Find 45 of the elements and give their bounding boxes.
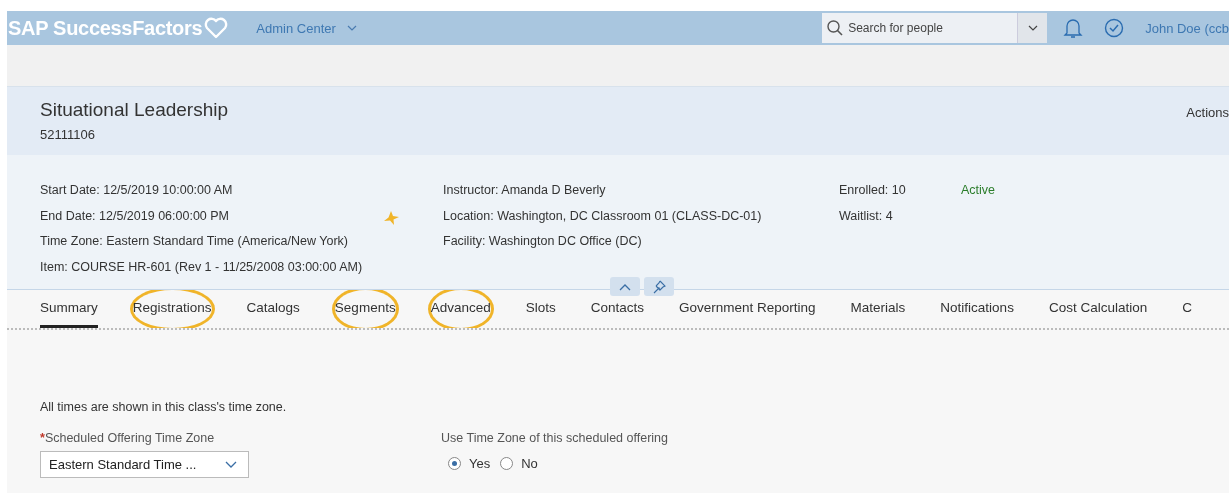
time-zone-select[interactable]: Eastern Standard Time ... [40,451,249,478]
detail-text: Item: COURSE HR-601 (Rev 1 - 11/25/2008 03:00:00 AM) [40,258,363,276]
detail-text: Location: Washington, DC Classroom 01 (CLASS-DC-01) [443,207,762,225]
field-label: Scheduled Offering Time Zone [44,431,215,445]
search-icon [826,19,845,37]
chevron-down-icon [345,24,358,32]
bell-icon[interactable] [1063,17,1084,39]
course-id: 52111106 [40,127,96,142]
tab[interactable]: Government Reporting [679,290,816,328]
field-label: Use Time Zone of this scheduled offering [441,431,668,445]
info-text: All times are shown in this class's time zone. [40,400,288,414]
collapse-button[interactable] [610,277,640,296]
page-title: Situational Leadership [40,99,229,121]
tab[interactable]: Catalogs [246,290,300,328]
detail-text: Time Zone: Eastern Standard Time (America/New York) [40,233,348,250]
pin-button[interactable] [644,277,674,296]
tab[interactable]: Contacts [590,290,644,328]
tab[interactable]: Segments [334,290,396,328]
chevron-down-icon [1026,24,1039,32]
radio-option[interactable]: Yes [448,456,491,471]
star-icon [383,211,399,225]
detail-text: Facility: Washington DC Office (DC) [443,233,642,250]
heart-icon [204,17,229,39]
detail-text: Waitlist: 4 [839,207,893,225]
tab[interactable]: Registrations [132,290,212,328]
detail-text: End Date: 12/5/2019 06:00:00 PM [40,207,230,225]
tab[interactable]: Slots [525,290,556,328]
tab[interactable]: C [1182,290,1192,328]
detail-text: Enrolled: 10 [839,182,906,199]
tab[interactable]: Cost Calculation [1048,290,1148,328]
tab[interactable]: Summary [40,290,98,328]
search-dropdown-button[interactable] [1017,13,1048,43]
tab[interactable]: Materials [850,290,906,328]
chevron-down-icon [224,460,238,469]
check-circle-icon[interactable] [1103,17,1126,39]
tab[interactable]: Advanced [430,290,491,328]
pin-icon [652,279,666,294]
status-text: Active [961,182,996,199]
detail-text: Instructor: Amanda D Beverly [443,182,606,199]
required-mark: * [40,431,45,445]
radio-option[interactable]: No [500,456,538,471]
tab[interactable]: Notifications [940,290,1014,328]
actions-button[interactable]: Actions [1186,105,1229,120]
search-field[interactable]: Search for people [822,13,1018,43]
detail-text: Start Date: 12/5/2019 10:00:00 AM [40,182,233,199]
